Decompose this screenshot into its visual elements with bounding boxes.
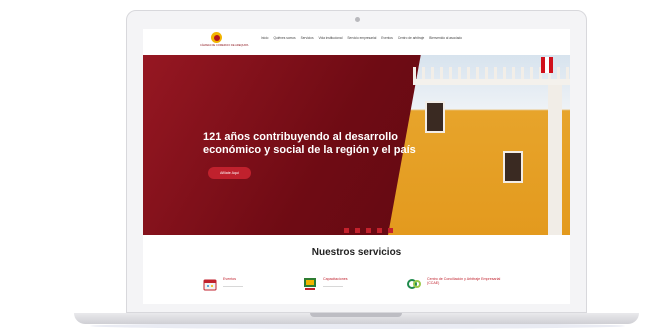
nav-item-inicio[interactable]: Inicio — [261, 36, 268, 40]
main-nav: Inicio Quiénes somos Servicios Vida inst… — [261, 36, 462, 40]
laptop-base — [74, 313, 639, 324]
service-underline — [223, 286, 243, 287]
service-underline — [323, 286, 343, 287]
building-window — [503, 151, 523, 183]
slide-marker[interactable] — [344, 228, 349, 233]
hero-title: 121 años contribuyendo al desarrollo eco… — [203, 131, 416, 156]
nav-item-asociado[interactable]: Bienvenido al asociado — [429, 36, 462, 40]
building-cornice — [413, 79, 570, 85]
hero-slider: 121 años contribuyendo al desarrollo eco… — [143, 55, 570, 235]
calendar-icon — [203, 279, 217, 291]
service-label: Centro de Conciliación y Arbitraje Empre… — [427, 277, 501, 286]
service-label: Eventos — [223, 277, 236, 281]
peru-flag-icon — [541, 57, 553, 73]
website-screen: CÁMARA DE COMERCIO DE AREQUIPA Inicio Qu… — [143, 29, 570, 304]
building-column — [548, 85, 562, 235]
slide-marker[interactable] — [355, 228, 360, 233]
nav-item-servicio-empresarial[interactable]: Servicio empresarial — [347, 36, 376, 40]
logo-text: CÁMARA DE COMERCIO DE AREQUIPA — [200, 44, 249, 47]
service-label: Capacitaciones — [323, 277, 348, 281]
nav-item-quienes-somos[interactable]: Quiénes somos — [273, 36, 295, 40]
nav-item-centro-arbitraje[interactable]: Centro de arbitraje — [398, 36, 424, 40]
site-logo[interactable]: CÁMARA DE COMERCIO DE AREQUIPA — [200, 32, 249, 52]
chamber-logo-icon — [211, 32, 222, 43]
slide-marker[interactable] — [366, 228, 371, 233]
slide-markers — [344, 228, 393, 233]
slide-marker[interactable] — [388, 228, 393, 233]
services-section: Nuestros servicios Eventos Capacitacione… — [143, 235, 570, 304]
nav-item-servicios[interactable]: Servicios — [301, 36, 314, 40]
laptop-notch — [310, 313, 402, 317]
slide-marker[interactable] — [377, 228, 382, 233]
ccae-logo-icon — [407, 279, 421, 289]
join-button[interactable]: Afiliate Aquí — [208, 167, 251, 179]
nav-item-eventos[interactable]: Eventos — [381, 36, 393, 40]
services-title: Nuestros servicios — [311, 247, 402, 258]
nav-item-vida-institucional[interactable]: Vida institucional — [319, 36, 343, 40]
training-icon — [304, 278, 316, 290]
building-window — [425, 101, 445, 133]
camera-icon — [355, 17, 360, 22]
site-header: CÁMARA DE COMERCIO DE AREQUIPA Inicio Qu… — [143, 29, 570, 55]
